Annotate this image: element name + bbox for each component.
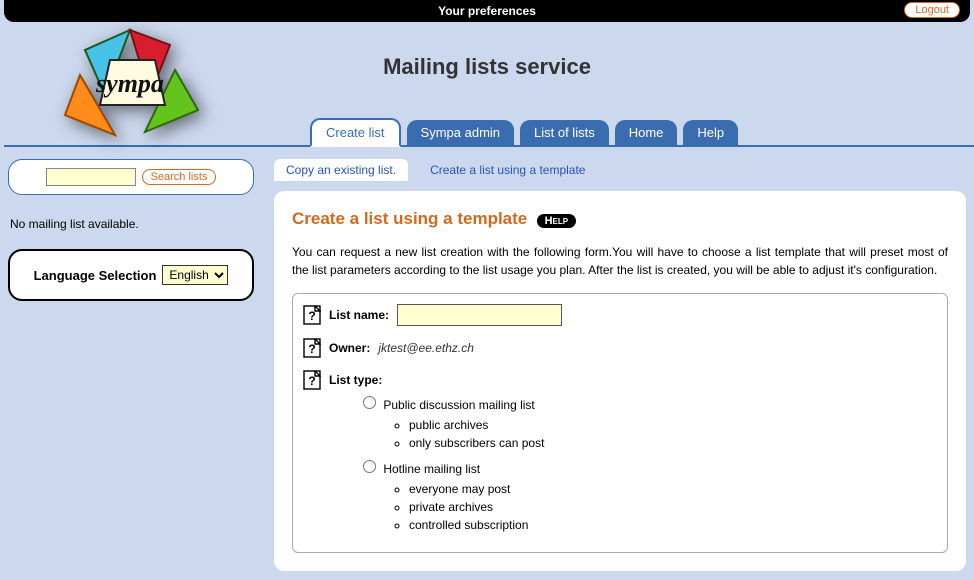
list-name-label: List name: — [329, 308, 389, 322]
subtab-create-template[interactable]: Create a list using a template — [418, 159, 597, 181]
main-nav: Create list Sympa admin List of lists Ho… — [310, 118, 974, 147]
list-item: controlled subscription — [409, 518, 937, 532]
owner-email: jktest@ee.ethz.ch — [378, 341, 474, 355]
tab-create-list[interactable]: Create list — [310, 118, 401, 147]
no-list-message: No mailing list available. — [8, 217, 254, 231]
panel-heading: Create a list using a template — [292, 209, 527, 228]
svg-text:?: ? — [308, 309, 315, 323]
list-name-input[interactable] — [397, 304, 562, 326]
list-item: private archives — [409, 500, 937, 514]
logout-button[interactable]: Logout — [904, 2, 960, 18]
search-box: Search lists — [8, 159, 254, 195]
help-icon[interactable]: ? — [303, 338, 321, 358]
owner-label: Owner: — [329, 341, 370, 355]
svg-text:?: ? — [308, 342, 315, 356]
svg-text:sympa: sympa — [95, 69, 164, 98]
tab-home[interactable]: Home — [615, 120, 678, 145]
radio-public-discussion[interactable] — [363, 396, 376, 409]
form-area: ? List name: ? Owner: jktest@ee.ethz.ch … — [292, 293, 948, 553]
radio-public-label[interactable]: Public discussion mailing list — [383, 398, 534, 412]
language-select[interactable]: English — [162, 265, 228, 285]
sidebar: Search lists No mailing list available. … — [4, 159, 254, 571]
language-box: Language Selection English — [8, 249, 254, 301]
tab-list-of-lists[interactable]: List of lists — [520, 120, 609, 145]
preferences-link[interactable]: Your preferences — [438, 4, 536, 18]
subtab-copy-list[interactable]: Copy an existing list. — [274, 159, 408, 181]
radio-hotline[interactable] — [363, 460, 376, 473]
radio-hotline-label[interactable]: Hotline mailing list — [383, 462, 480, 476]
help-icon[interactable]: ? — [303, 305, 321, 325]
tab-help[interactable]: Help — [683, 120, 738, 145]
sub-tabs: Copy an existing list. Create a list usi… — [274, 159, 966, 181]
sympa-logo: sympa — [50, 20, 210, 163]
svg-text:?: ? — [308, 374, 315, 388]
top-bar: Your preferences Logout — [4, 0, 970, 22]
help-badge[interactable]: Help — [537, 214, 577, 228]
list-type-label: List type: — [329, 373, 382, 387]
list-item: everyone may post — [409, 482, 937, 496]
tab-sympa-admin[interactable]: Sympa admin — [407, 120, 514, 145]
language-label: Language Selection — [34, 268, 157, 283]
intro-text: You can request a new list creation with… — [292, 243, 948, 279]
search-button[interactable]: Search lists — [142, 169, 217, 185]
search-input[interactable] — [46, 168, 136, 186]
create-panel: Create a list using a template Help You … — [274, 191, 966, 571]
help-icon[interactable]: ? — [303, 370, 321, 390]
list-item: only subscribers can post — [409, 436, 937, 450]
list-item: public archives — [409, 418, 937, 432]
main-content: Copy an existing list. Create a list usi… — [274, 159, 970, 571]
